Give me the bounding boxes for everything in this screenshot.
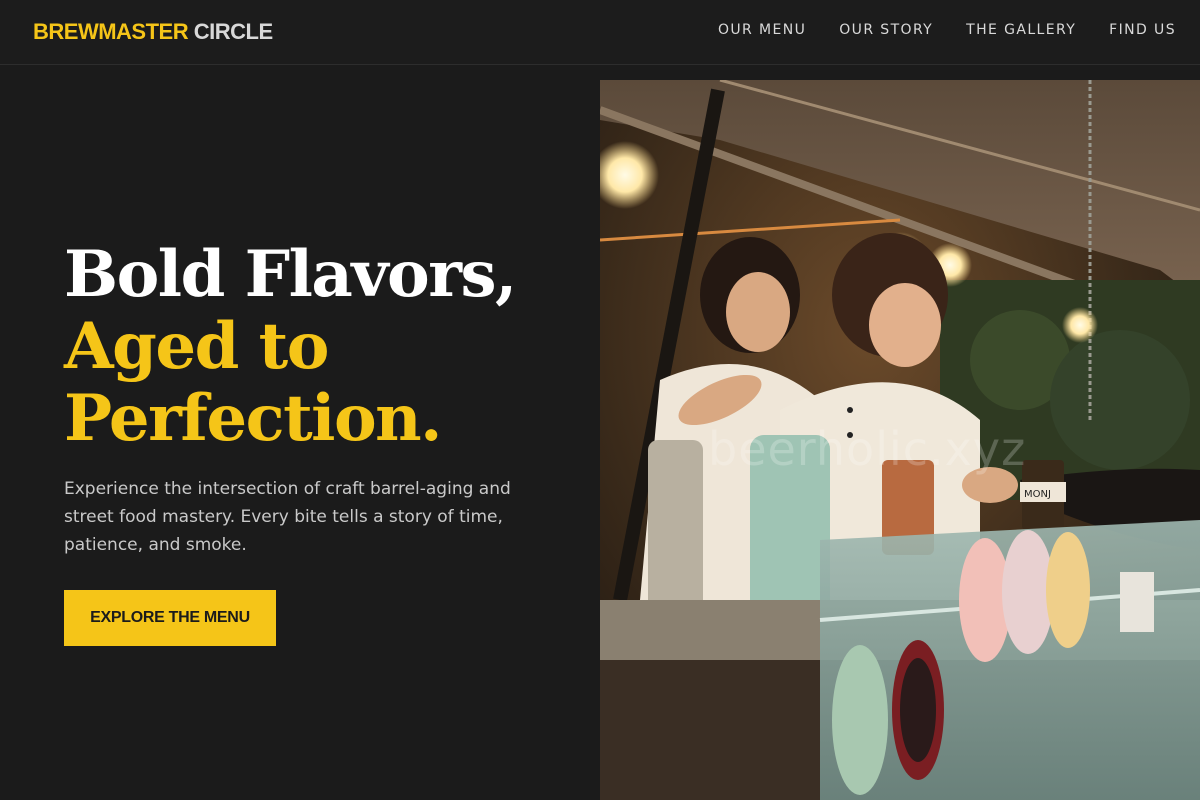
hero-photo: MONJ beerholic.xyz [600,80,1200,800]
hero-subtitle: Experience the intersection of craft bar… [64,479,511,555]
headline-line-3: Perfection. [64,381,442,456]
nav-find-us[interactable]: FIND US [1109,22,1176,38]
logo-brand: BREWMASTER [33,19,189,44]
nav-our-story[interactable]: OUR STORY [839,22,933,38]
nav-the-gallery[interactable]: THE GALLERY [966,22,1076,38]
headline-line-1: Bold Flavors, [64,237,517,312]
logo-rest: CIRCLE [193,19,273,44]
hero-headline: Bold Flavors, Aged to Perfection. [64,237,517,456]
explore-menu-button[interactable]: EXPLORE THE MENU [64,590,276,646]
watermark: beerholic.xyz [708,422,1027,476]
site-logo[interactable]: BREWMASTER CIRCLE [33,19,273,45]
headline-line-2: Aged to [64,309,329,384]
hero-text-panel: Bold Flavors, Aged to Perfection. Experi… [0,65,600,800]
main-nav: OUR MENU OUR STORY THE GALLERY FIND US [718,22,1176,38]
monjo-label: MONJ [1024,489,1051,500]
site-header: BREWMASTER CIRCLE OUR MENU OUR STORY THE… [0,0,1200,65]
nav-our-menu[interactable]: OUR MENU [718,22,806,38]
